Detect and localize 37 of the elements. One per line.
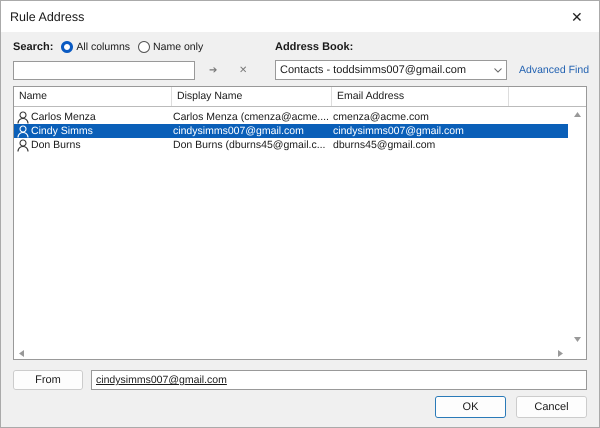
from-field[interactable]: cindysimms007@gmail.com [91,370,587,390]
radio-option[interactable]: All columns [61,41,130,53]
table-cell: dburns45@gmail.com [333,139,436,151]
go-button[interactable]: ➔ [201,60,225,80]
scroll-up-icon [574,111,580,118]
from-button[interactable]: From [13,370,83,390]
person-icon [17,124,29,138]
address-book-dropdown[interactable]: Contacts - toddsimms007@gmail.com [275,60,507,80]
scroll-right-icon [557,350,564,356]
window-title: Rule Address [10,10,84,24]
table-cell: Don Burns (dburns45@gmail.c... [173,139,326,151]
dialog-button[interactable]: Cancel [516,396,587,418]
scroll-left-icon [18,350,25,356]
contact-row[interactable]: Cindy Simms cindysimms007@gmail.com cindysimms007@gmail.com [14,124,568,138]
person-icon [17,110,29,124]
advanced-find-link[interactable]: Advanced Find [519,64,590,76]
table-cell: Carlos Menza [31,111,96,123]
close-button[interactable]: ✕ [555,1,599,32]
table-cell: Don Burns [31,139,81,151]
table-cell: Cindy Simms [31,125,93,137]
chevron-down-icon [494,68,502,72]
dialog-button[interactable]: OK [435,396,506,418]
column-header[interactable]: Display Name [172,87,332,106]
column-header[interactable]: Name [14,87,172,106]
table-cell: cindysimms007@gmail.com [173,125,304,137]
table-cell: cindysimms007@gmail.com [333,125,464,137]
table-cell: cmenza@acme.com [333,111,429,123]
search-field[interactable] [13,60,195,80]
contact-row[interactable]: Don Burns Don Burns (dburns45@gmail.c... dburns45@gmail.com [14,138,568,152]
table-cell: Carlos Menza (cmenza@acme.... [173,111,329,123]
radio-option[interactable]: Name only [138,41,204,53]
scroll-down-icon [574,336,580,343]
person-icon [17,138,29,152]
search-label: Search: [13,41,54,53]
address-book-label: Address Book: [275,41,354,53]
contact-row[interactable]: Carlos Menza Carlos Menza (cmenza@acme.... cmenza@acme.com [14,110,568,124]
clear-button[interactable]: ✕ [231,60,255,80]
